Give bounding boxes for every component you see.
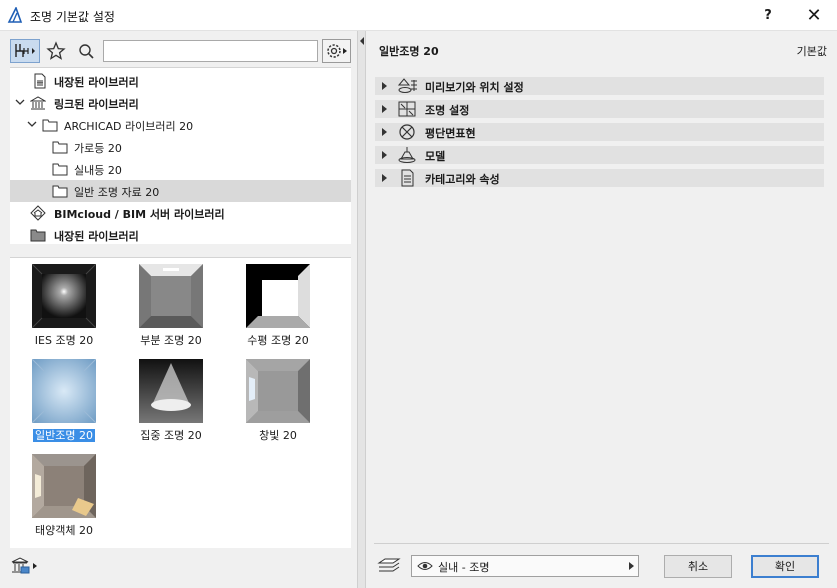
thumbnail-spot-light[interactable]: 집중 조명 20 [121,359,221,445]
chevron-down-icon[interactable] [26,118,38,130]
library-tree: 내장된 라이브러리 링크된 라이브러리 ARCHICAD 라이브러리 20 가로… [10,67,351,244]
tree-item-bimcloud[interactable]: BIMcloud / BIM 서버 라이브러리 [10,202,351,224]
section-category-properties[interactable]: 카테고리와 속성 [375,169,824,187]
search-button[interactable] [74,39,98,63]
object-type-button[interactable] [10,39,40,63]
tree-item-embedded-library[interactable]: 내장된 라이브러리 [10,70,351,92]
thumbnail-label: 수평 조명 20 [247,334,309,347]
section-label: 모델 [425,150,446,163]
settings-button[interactable] [322,39,351,63]
tree-item-street-lights[interactable]: 가로등 20 [10,136,351,158]
search-input[interactable] [103,40,318,62]
section-model[interactable]: 모델 [375,146,824,164]
expand-arrow-icon [382,128,387,136]
tree-item-linked-library[interactable]: 링크된 라이브러리 [10,92,351,114]
close-button[interactable]: ✕ [792,0,836,31]
expand-arrow-icon [382,105,387,113]
section-floor-plan[interactable]: 평단면표현 [375,123,824,141]
thumbnail-label: 창빛 20 [259,429,297,442]
thumbnail-label: 부분 조명 20 [140,334,202,347]
dropdown-arrow-icon [629,562,634,570]
object-thumbnail-grid: IES 조명 20 부분 조명 20 수평 조명 20 일반조명 20 집중 조… [10,257,351,548]
library-building-icon [30,96,46,110]
section-preview-position[interactable]: 미리보기와 위치 설정 [375,77,824,95]
tree-item-general-lighting[interactable]: 일반 조명 자료 20 [10,180,351,202]
sun-object-preview [32,454,96,518]
ok-button[interactable]: 확인 [751,555,819,578]
horizontal-light-preview [246,264,310,328]
thumbnail-label: 태양객체 20 [35,524,93,537]
collapse-arrow-icon[interactable] [360,37,364,45]
help-button[interactable]: ? [746,0,790,31]
partial-light-preview [139,264,203,328]
document-icon [34,73,46,89]
gear-icon [327,44,347,58]
floor-plan-symbol-icon [399,124,415,140]
star-icon [46,41,66,60]
archicad-logo-icon [7,7,23,23]
library-building-icon [11,557,37,574]
tree-item-interior-lights[interactable]: 실내등 20 [10,158,351,180]
window-title: 조명 기본값 설정 [30,10,115,24]
thumbnail-window-light[interactable]: 창빛 20 [228,359,328,445]
thumbnail-label: 집중 조명 20 [140,429,202,442]
section-label: 조명 설정 [425,104,470,117]
document-list-icon [401,169,414,187]
ies-light-preview [32,264,96,328]
thumbnail-label: IES 조명 20 [34,334,94,347]
folder-icon [52,141,68,154]
folder-icon [52,185,68,198]
folder-icon [52,163,68,176]
tree-item-archicad-library[interactable]: ARCHICAD 라이브러리 20 [10,114,351,136]
section-label: 카테고리와 속성 [425,173,500,186]
layer-dropdown[interactable]: 실내 - 조명 [411,555,639,577]
lamp-model-icon [398,147,416,163]
section-light-settings[interactable]: 조명 설정 [375,100,824,118]
light-settings-icon [398,101,416,117]
spot-light-preview [139,359,203,423]
expand-arrow-icon [382,82,387,90]
object-name: 일반조명 20 [379,45,439,58]
expand-arrow-icon [382,151,387,159]
chair-icon [15,44,35,57]
section-label: 평단면표현 [425,127,476,140]
expand-arrow-icon [382,174,387,182]
footer-divider [374,543,829,544]
default-label: 기본값 [796,45,827,58]
section-label: 미리보기와 위치 설정 [425,81,524,94]
library-browser-pane: 내장된 라이브러리 링크된 라이브러리 ARCHICAD 라이브러리 20 가로… [0,31,357,588]
settings-pane: 일반조명 20 기본값 미리보기와 위치 설정 조명 설정 평단면표현 모델 카… [366,31,837,588]
thumbnail-partial-light[interactable]: 부분 조명 20 [121,264,221,350]
bimcloud-icon [30,205,46,221]
favorites-button[interactable] [44,39,68,63]
thumbnail-sun-object[interactable]: 태양객체 20 [14,454,114,540]
folder-icon [42,119,58,132]
window-light-preview [246,359,310,423]
chevron-down-icon[interactable] [14,96,26,108]
thumbnail-label: 일반조명 20 [33,429,95,442]
layer-value: 실내 - 조명 [438,561,490,574]
preview-position-icon [397,78,417,93]
thumbnail-general-light[interactable]: 일반조명 20 [14,359,114,445]
general-light-preview [32,359,96,423]
library-manager-button[interactable] [10,555,40,577]
eye-icon [417,562,433,570]
title-bar: 조명 기본값 설정 ? ✕ [0,0,837,31]
thumbnail-horizontal-light[interactable]: 수평 조명 20 [228,264,328,350]
library-toolbar [0,31,357,67]
thumbnail-ies-light[interactable]: IES 조명 20 [14,264,114,350]
tree-item-embedded-library-2[interactable]: 내장된 라이브러리 [10,224,351,246]
layers-icon [377,558,401,572]
folder-filled-icon [30,229,46,242]
pane-splitter[interactable] [357,31,366,588]
search-icon [79,44,94,59]
cancel-button[interactable]: 취소 [664,555,732,578]
